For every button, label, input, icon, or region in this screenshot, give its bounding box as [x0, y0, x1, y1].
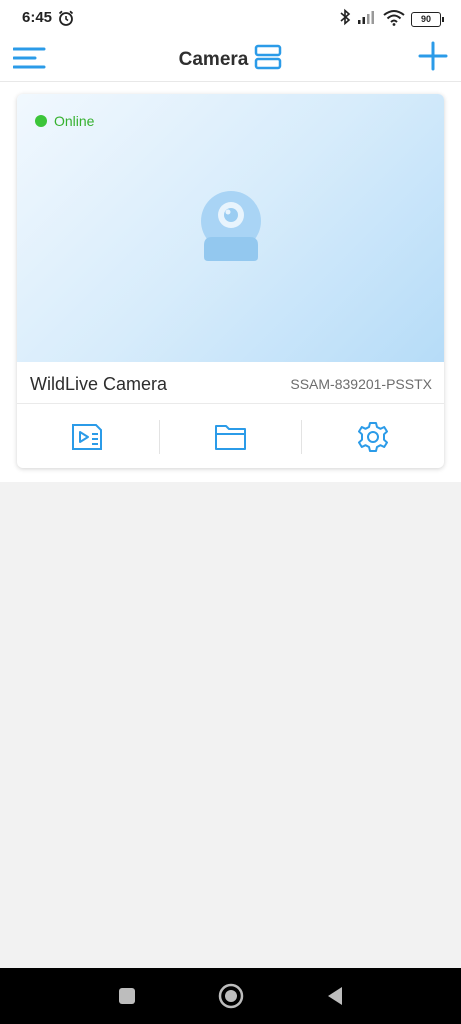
- back-icon: [327, 987, 342, 1005]
- playback-button[interactable]: [17, 405, 159, 468]
- recent-apps-button[interactable]: [118, 987, 136, 1005]
- layout-toggle-icon[interactable]: [254, 44, 282, 75]
- bluetooth-icon: [339, 8, 351, 31]
- status-icons: 90: [339, 8, 444, 31]
- camera-serial: SSAM-839201-PSSTX: [290, 376, 432, 392]
- status-bar: 6:45 90: [0, 0, 461, 36]
- alarm-icon: [57, 9, 75, 32]
- settings-button[interactable]: [302, 405, 444, 468]
- folder-icon: [214, 424, 246, 450]
- page-title: Camera: [178, 48, 249, 70]
- online-dot: [35, 115, 47, 127]
- camera-preview[interactable]: Online: [17, 94, 444, 362]
- recent-apps-icon: [118, 988, 135, 1004]
- files-button[interactable]: [160, 405, 302, 468]
- wifi-icon: [383, 9, 405, 31]
- playback-icon: [71, 423, 102, 450]
- app-header: Camera: [0, 36, 461, 82]
- camera-card: Online WildLive Camera SSAM-839201-PSSTX: [17, 94, 444, 468]
- header-title-area: Camera: [0, 44, 461, 75]
- home-button[interactable]: [218, 983, 244, 1009]
- status-text: Online: [54, 113, 95, 129]
- camera-icon: [198, 191, 264, 270]
- add-camera-button[interactable]: [417, 40, 449, 72]
- signal-icon: [357, 9, 377, 30]
- camera-actions: [17, 405, 444, 468]
- battery-icon: 90: [411, 12, 444, 27]
- camera-info-row: WildLive Camera SSAM-839201-PSSTX: [17, 362, 444, 404]
- status-badge: Online: [35, 113, 94, 129]
- app-screen: 6:45 90 Camera Online WildLive Camera SS…: [0, 0, 461, 1024]
- back-button[interactable]: [326, 986, 344, 1006]
- settings-icon: [358, 421, 389, 452]
- add-icon: [418, 41, 448, 71]
- system-nav-bar: [0, 968, 461, 1024]
- camera-name: WildLive Camera: [30, 374, 168, 394]
- home-icon: [218, 983, 243, 1009]
- status-time: 6:45: [22, 9, 53, 26]
